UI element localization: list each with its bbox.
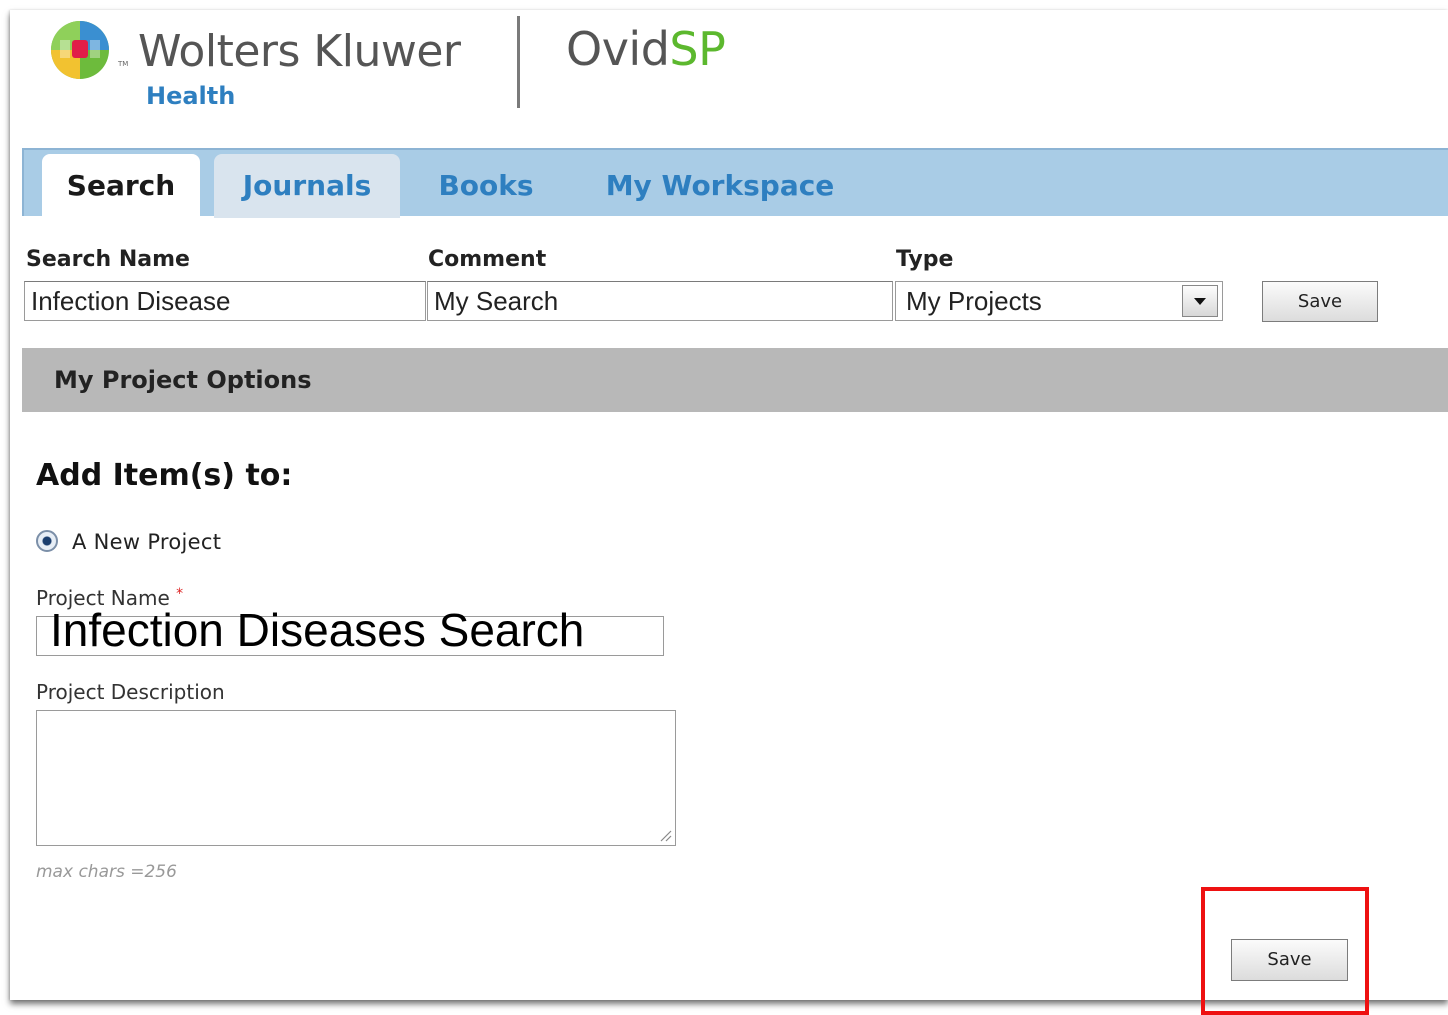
resize-grip-icon[interactable] bbox=[658, 828, 672, 842]
project-options-title: My Project Options bbox=[54, 366, 312, 394]
type-select[interactable]: My Projects bbox=[895, 281, 1223, 321]
tab-search[interactable]: Search bbox=[42, 154, 200, 218]
brand-name: Wolters Kluwer bbox=[138, 26, 461, 77]
brand-subtitle: Health bbox=[146, 82, 236, 110]
new-project-radio[interactable] bbox=[36, 530, 58, 552]
main-tab-bar: Search Journals Books My Workspace bbox=[22, 148, 1448, 218]
page: TM Wolters Kluwer Health OvidSP Search J… bbox=[0, 0, 1448, 1015]
tab-books[interactable]: Books bbox=[416, 154, 556, 218]
project-description-textarea[interactable] bbox=[36, 710, 676, 846]
type-label: Type bbox=[896, 247, 954, 272]
header-divider bbox=[517, 16, 520, 108]
project-description-label: Project Description bbox=[36, 680, 225, 704]
highlight-annotation-box bbox=[1201, 887, 1369, 1015]
project-options-header: My Project Options bbox=[22, 348, 1448, 412]
tab-journals[interactable]: Journals bbox=[214, 154, 400, 218]
type-select-dropdown-button[interactable] bbox=[1182, 285, 1218, 317]
product-name: OvidSP bbox=[566, 22, 726, 76]
brand-trademark: TM bbox=[118, 60, 129, 68]
max-chars-note: max chars =256 bbox=[36, 862, 177, 882]
product-name-suffix: SP bbox=[669, 22, 726, 76]
new-project-radio-label[interactable]: A New Project bbox=[72, 530, 221, 554]
required-marker: * bbox=[176, 586, 184, 602]
tab-my-workspace[interactable]: My Workspace bbox=[580, 154, 860, 218]
save-search-button[interactable]: Save bbox=[1262, 281, 1378, 322]
search-name-label: Search Name bbox=[26, 247, 190, 272]
chevron-down-icon bbox=[1194, 298, 1206, 305]
project-name-value: Infection Diseases Search bbox=[50, 604, 585, 656]
add-items-heading: Add Item(s) to: bbox=[36, 458, 293, 493]
wolters-kluwer-globe-icon bbox=[51, 21, 109, 79]
comment-input[interactable]: My Search bbox=[427, 281, 893, 321]
search-name-input[interactable]: Infection Disease bbox=[24, 281, 426, 321]
product-name-prefix: Ovid bbox=[566, 22, 670, 76]
comment-label: Comment bbox=[428, 247, 547, 272]
